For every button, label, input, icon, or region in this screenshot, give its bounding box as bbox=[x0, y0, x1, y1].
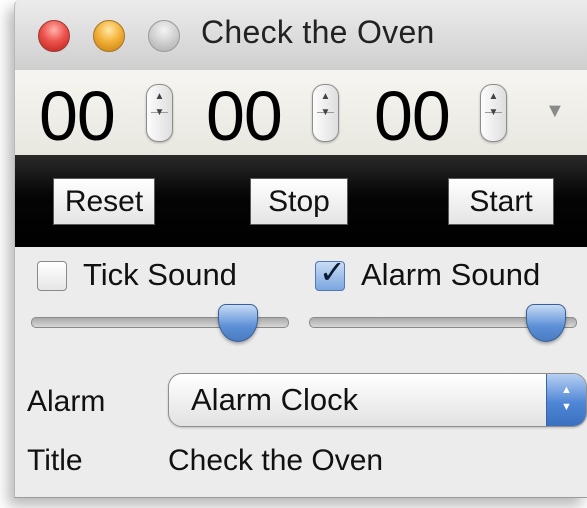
stepper-down-icon[interactable]: ▼ bbox=[147, 107, 172, 135]
alarm-popup[interactable]: Alarm Clock ▲ ▼ bbox=[168, 373, 587, 427]
stepper-down-icon[interactable]: ▼ bbox=[481, 107, 506, 135]
alarm-sound-checkbox[interactable]: ✓ bbox=[315, 254, 346, 291]
alarm-popup-value: Alarm Clock bbox=[191, 382, 359, 417]
zoom-button[interactable] bbox=[148, 20, 180, 52]
stop-button[interactable]: Stop bbox=[250, 178, 348, 225]
popup-arrows-icon[interactable]: ▲ ▼ bbox=[546, 374, 586, 426]
title-bar[interactable]: Check the Oven bbox=[15, 0, 587, 71]
control-band: Reset Stop Start bbox=[15, 155, 587, 247]
minutes-field[interactable]: 00 bbox=[206, 78, 283, 154]
tick-sound-label: Tick Sound bbox=[83, 257, 237, 292]
title-value[interactable]: Check the Oven bbox=[168, 444, 383, 478]
close-button[interactable] bbox=[38, 20, 70, 52]
tick-sound-option[interactable]: Tick Sound bbox=[37, 257, 287, 297]
seconds-stepper[interactable]: ▲ ▼ bbox=[480, 84, 507, 142]
alarm-label: Alarm bbox=[27, 385, 106, 418]
minimize-button[interactable] bbox=[93, 20, 125, 52]
start-button[interactable]: Start bbox=[448, 178, 554, 225]
seconds-field[interactable]: 00 bbox=[374, 78, 451, 154]
window-title: Check the Oven bbox=[201, 14, 435, 50]
hours-stepper[interactable]: ▲ ▼ bbox=[146, 84, 173, 142]
alarm-sound-option[interactable]: ✓ Alarm Sound bbox=[315, 254, 585, 297]
minutes-stepper[interactable]: ▲ ▼ bbox=[312, 84, 339, 142]
timer-window: Check the Oven 00 ▲ ▼ 00 ▲ ▼ 00 ▲ ▼ ▼ Re… bbox=[14, 0, 587, 498]
timer-display: 00 ▲ ▼ 00 ▲ ▼ 00 ▲ ▼ ▼ bbox=[15, 70, 587, 155]
tick-volume-knob[interactable] bbox=[218, 304, 259, 342]
dropdown-triangle-icon[interactable]: ▼ bbox=[545, 100, 565, 123]
hours-field[interactable]: 00 bbox=[39, 78, 116, 154]
title-label: Title bbox=[27, 444, 83, 477]
reset-button[interactable]: Reset bbox=[53, 178, 155, 225]
stepper-down-icon[interactable]: ▼ bbox=[313, 107, 338, 135]
alarm-sound-label: Alarm Sound bbox=[361, 257, 541, 292]
alarm-volume-knob[interactable] bbox=[525, 304, 566, 342]
checkmark-icon: ✓ bbox=[319, 254, 346, 290]
tick-sound-checkbox[interactable] bbox=[37, 261, 67, 291]
